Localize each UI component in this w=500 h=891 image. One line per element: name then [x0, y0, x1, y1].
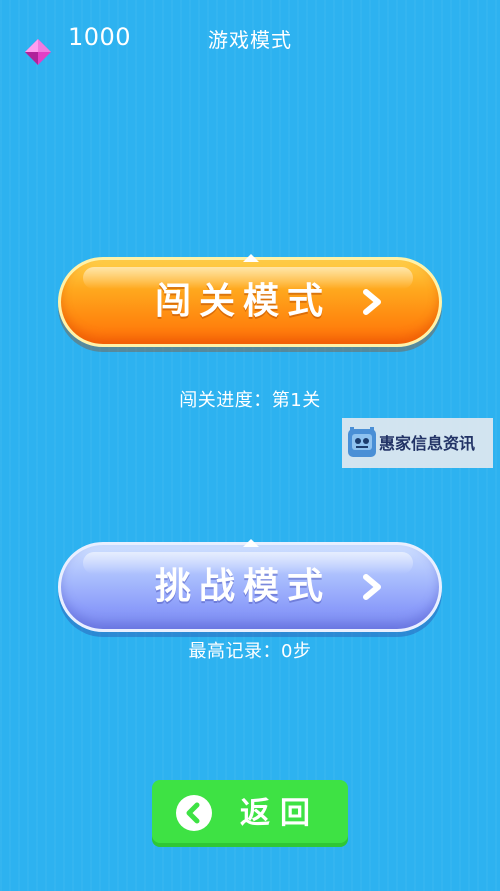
level-mode-label: 闯关模式	[154, 281, 331, 322]
watermark-text: 惠家信息资讯	[379, 434, 476, 453]
back-button[interactable]: 返回	[152, 780, 348, 847]
back-label: 返回	[240, 796, 320, 831]
challenge-record-text: 最高记录：0步	[188, 641, 312, 662]
page-title: 游戏模式	[208, 28, 292, 52]
top-bar: 1000 游戏模式	[0, 0, 500, 80]
chevron-right-icon	[363, 289, 381, 315]
chevron-right-icon	[363, 574, 381, 600]
challenge-mode-label: 挑战模式	[154, 566, 331, 607]
level-mode-button[interactable]: 闯关模式	[58, 254, 442, 347]
watermark-badge: 惠家信息资讯	[342, 418, 493, 468]
level-progress-text: 闯关进度：第1关	[179, 390, 321, 411]
chevron-left-circle-icon	[176, 795, 212, 831]
robot-face-logo-icon	[348, 427, 376, 457]
challenge-mode-button[interactable]: 挑战模式	[58, 539, 442, 632]
